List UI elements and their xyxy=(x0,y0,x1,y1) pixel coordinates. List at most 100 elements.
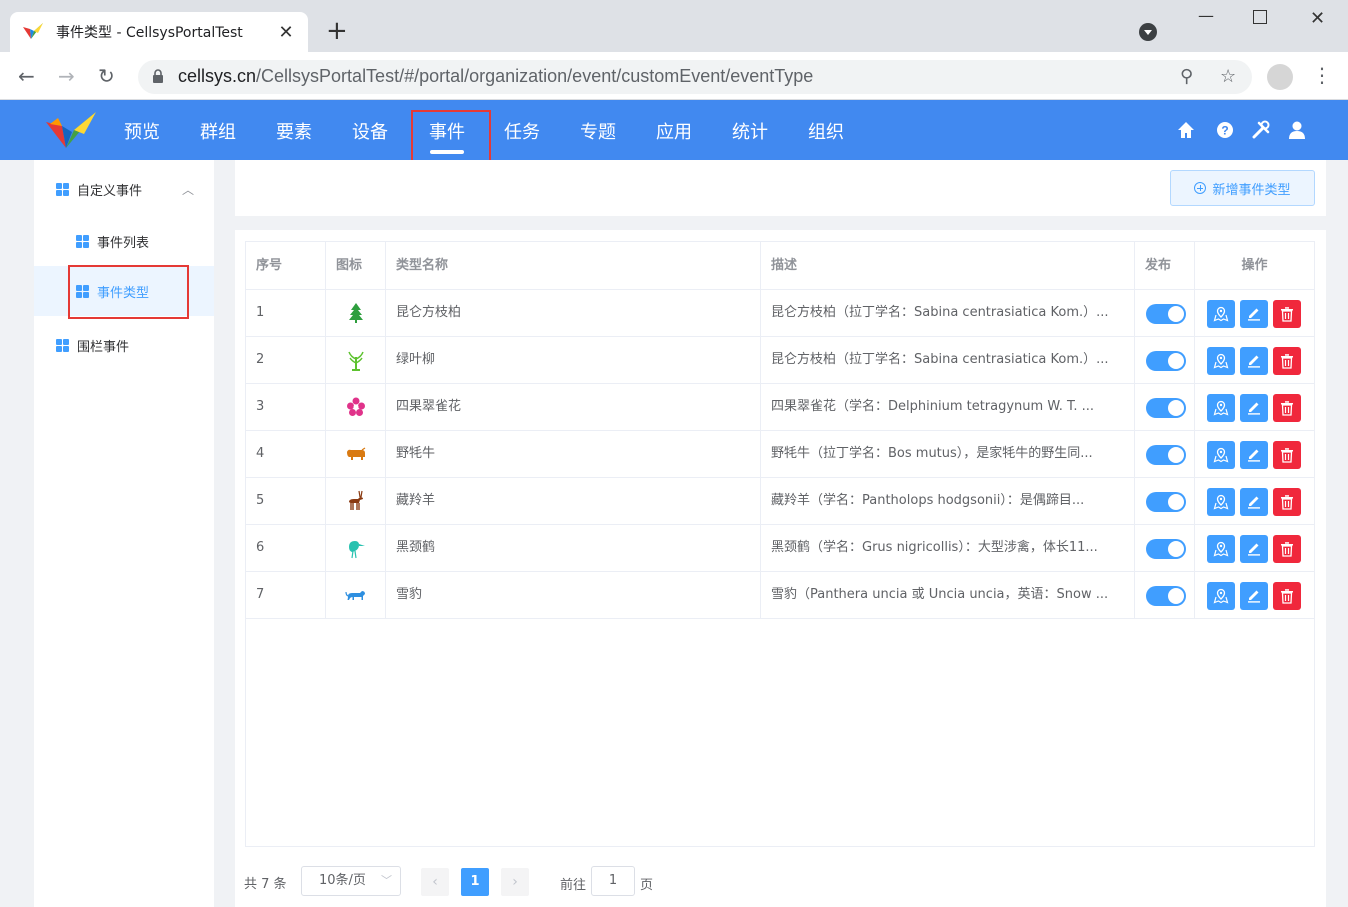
page-number-button[interactable]: 1 xyxy=(461,868,489,896)
map-location-button[interactable] xyxy=(1207,347,1235,375)
cell-icon xyxy=(326,431,386,477)
cell-desc: 四果翠雀花（学名：Delphinium tetragynum W. T. ... xyxy=(761,384,1135,430)
map-location-button[interactable] xyxy=(1207,582,1235,610)
cell-no: 6 xyxy=(246,525,326,571)
publish-toggle[interactable] xyxy=(1146,445,1186,465)
nav-highlight-box xyxy=(411,110,491,164)
tab-title: 事件类型 - CellsysPortalTest xyxy=(56,25,243,41)
url-bar[interactable]: cellsys.cn/CellsysPortalTest/#/portal/or… xyxy=(138,60,1252,94)
page-size-select[interactable]: 10条/页 ﹀ xyxy=(301,866,401,896)
new-tab-icon[interactable]: + xyxy=(326,16,348,46)
prev-page-button[interactable]: ‹ xyxy=(421,868,449,896)
bookmark-star-icon[interactable]: ☆ xyxy=(1220,66,1236,87)
cell-publish xyxy=(1135,337,1195,383)
cell-publish xyxy=(1135,478,1195,524)
user-icon[interactable] xyxy=(1287,120,1307,140)
nav-apps[interactable]: 应用 xyxy=(656,118,692,144)
sidebar-item-fence-events[interactable]: 围栏事件 xyxy=(34,320,214,370)
plus-circle-icon xyxy=(1194,182,1207,194)
cell-name: 黑颈鹤 xyxy=(386,525,761,571)
publish-toggle[interactable] xyxy=(1146,586,1186,606)
edit-button[interactable] xyxy=(1240,394,1268,422)
goto-page-input[interactable]: 1 xyxy=(591,866,635,896)
browser-tab[interactable]: 事件类型 - CellsysPortalTest ✕ xyxy=(10,12,308,52)
window-close-icon[interactable]: ✕ xyxy=(1310,8,1325,29)
nav-features[interactable]: 要素 xyxy=(276,118,312,144)
url-host: cellsys.cn xyxy=(178,66,257,86)
url-text: cellsys.cn/CellsysPortalTest/#/portal/or… xyxy=(178,66,813,87)
trash-icon xyxy=(1281,401,1293,416)
tab-close-icon[interactable]: ✕ xyxy=(276,22,296,43)
zoom-icon[interactable]: ⚲ xyxy=(1180,66,1193,87)
delete-button[interactable] xyxy=(1273,582,1301,610)
edit-button[interactable] xyxy=(1240,441,1268,469)
antelope-icon xyxy=(348,490,363,510)
cell-icon xyxy=(326,384,386,430)
publish-toggle[interactable] xyxy=(1146,539,1186,559)
map-location-button[interactable] xyxy=(1207,300,1235,328)
nav-organization[interactable]: 组织 xyxy=(808,118,844,144)
nav-groups[interactable]: 群组 xyxy=(200,118,236,144)
tab-search-icon[interactable] xyxy=(1139,23,1157,41)
cell-name: 昆仑方枝柏 xyxy=(386,290,761,336)
edit-button[interactable] xyxy=(1240,300,1268,328)
back-icon[interactable]: ← xyxy=(18,64,35,88)
cell-actions xyxy=(1195,384,1314,430)
nav-topics[interactable]: 专题 xyxy=(580,118,616,144)
nav-tasks[interactable]: 任务 xyxy=(504,118,540,144)
edit-button[interactable] xyxy=(1240,488,1268,516)
edit-icon xyxy=(1248,496,1260,509)
delete-button[interactable] xyxy=(1273,441,1301,469)
tools-icon[interactable] xyxy=(1251,120,1271,140)
profile-avatar-icon[interactable] xyxy=(1267,64,1293,90)
nav-preview[interactable]: 预览 xyxy=(124,118,160,144)
map-location-button[interactable] xyxy=(1207,394,1235,422)
edit-button[interactable] xyxy=(1240,535,1268,563)
delete-button[interactable] xyxy=(1273,488,1301,516)
header-desc: 描述 xyxy=(761,242,1135,290)
add-event-type-button[interactable]: 新增事件类型 xyxy=(1170,170,1315,206)
cell-icon xyxy=(326,525,386,571)
willow-icon xyxy=(347,351,364,371)
next-page-button[interactable]: › xyxy=(501,868,529,896)
trash-icon xyxy=(1281,448,1293,463)
cell-no: 1 xyxy=(246,290,326,336)
delete-button[interactable] xyxy=(1273,394,1301,422)
reload-icon[interactable]: ↻ xyxy=(98,64,115,88)
home-icon[interactable] xyxy=(1176,120,1196,140)
cell-desc: 黑颈鹤（学名：Grus nigricollis）：大型涉禽，体长11... xyxy=(761,525,1135,571)
nav-statistics[interactable]: 统计 xyxy=(732,118,768,144)
delete-button[interactable] xyxy=(1273,535,1301,563)
delete-button[interactable] xyxy=(1273,300,1301,328)
map-pin-icon xyxy=(1213,588,1229,604)
publish-toggle[interactable] xyxy=(1146,351,1186,371)
publish-toggle[interactable] xyxy=(1146,398,1186,418)
browser-tabbar: 事件类型 - CellsysPortalTest ✕ + — ✕ xyxy=(0,0,1348,52)
map-location-button[interactable] xyxy=(1207,441,1235,469)
help-icon[interactable]: ? xyxy=(1215,120,1235,140)
lock-icon xyxy=(153,69,163,83)
cell-name: 野牦牛 xyxy=(386,431,761,477)
forward-icon[interactable]: → xyxy=(58,64,75,88)
cell-publish xyxy=(1135,572,1195,618)
address-bar: ← → ↻ cellsys.cn/CellsysPortalTest/#/por… xyxy=(0,52,1348,100)
map-location-button[interactable] xyxy=(1207,535,1235,563)
sidebar-group-custom-events[interactable]: 自定义事件 ︿ xyxy=(34,164,214,214)
edit-button[interactable] xyxy=(1240,347,1268,375)
cell-publish xyxy=(1135,431,1195,477)
pagination-total: 共 7 条 xyxy=(244,877,287,892)
goto-suffix: 页 xyxy=(640,878,654,893)
chevron-down-icon: ﹀ xyxy=(381,874,392,887)
minimize-icon[interactable]: — xyxy=(1198,6,1214,25)
sidebar-group-label: 自定义事件 xyxy=(77,183,143,199)
nav-devices[interactable]: 设备 xyxy=(352,118,388,144)
edit-button[interactable] xyxy=(1240,582,1268,610)
publish-toggle[interactable] xyxy=(1146,304,1186,324)
cell-no: 3 xyxy=(246,384,326,430)
delete-button[interactable] xyxy=(1273,347,1301,375)
browser-menu-icon[interactable]: ⋮ xyxy=(1312,64,1332,86)
sidebar-item-event-list[interactable]: 事件列表 xyxy=(34,216,214,266)
maximize-icon[interactable] xyxy=(1253,10,1267,24)
map-location-button[interactable] xyxy=(1207,488,1235,516)
publish-toggle[interactable] xyxy=(1146,492,1186,512)
